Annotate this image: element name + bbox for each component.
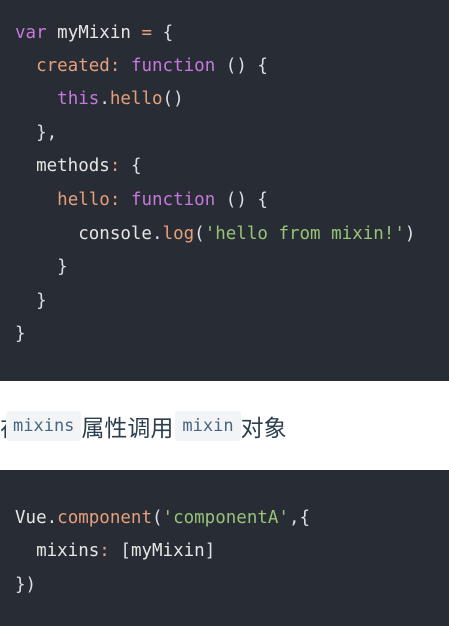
code-block-component: Vue.component('componentA',{ mixins: [my… xyxy=(0,470,449,626)
code2-line-1: Vue.component('componentA',{ xyxy=(15,508,311,528)
code2-line-3: }) xyxy=(15,575,37,595)
code-line-10: } xyxy=(15,324,26,344)
code-line-5: methods: { xyxy=(36,156,142,176)
prose-paragraph: 在 mixins 属性调用 mixin 对象 xyxy=(0,381,449,470)
code-line-4: }, xyxy=(36,123,58,143)
code-block-mymixin: var myMixin = { created: function () { t… xyxy=(0,0,449,381)
code-line-1: var myMixin = { xyxy=(15,23,174,43)
prose-text-2: 对象 xyxy=(240,416,287,442)
code2-line-2: mixins: [myMixin] xyxy=(36,541,216,561)
code-line-8: } xyxy=(57,257,68,277)
code-line-3: this.hello() xyxy=(57,89,184,109)
prose-text-1: 属性调用 xyxy=(81,416,174,442)
inline-code-mixins: mixins xyxy=(6,411,82,441)
prose-row: 在 mixins 属性调用 mixin 对象 xyxy=(0,409,287,443)
code-line-2: created: function () { xyxy=(36,56,268,76)
code-line-7: console.log('hello from mixin!') xyxy=(78,224,416,244)
inline-code-mixin: mixin xyxy=(175,411,241,441)
code-line-6: hello: function () { xyxy=(57,190,268,210)
code-line-9: } xyxy=(36,291,47,311)
